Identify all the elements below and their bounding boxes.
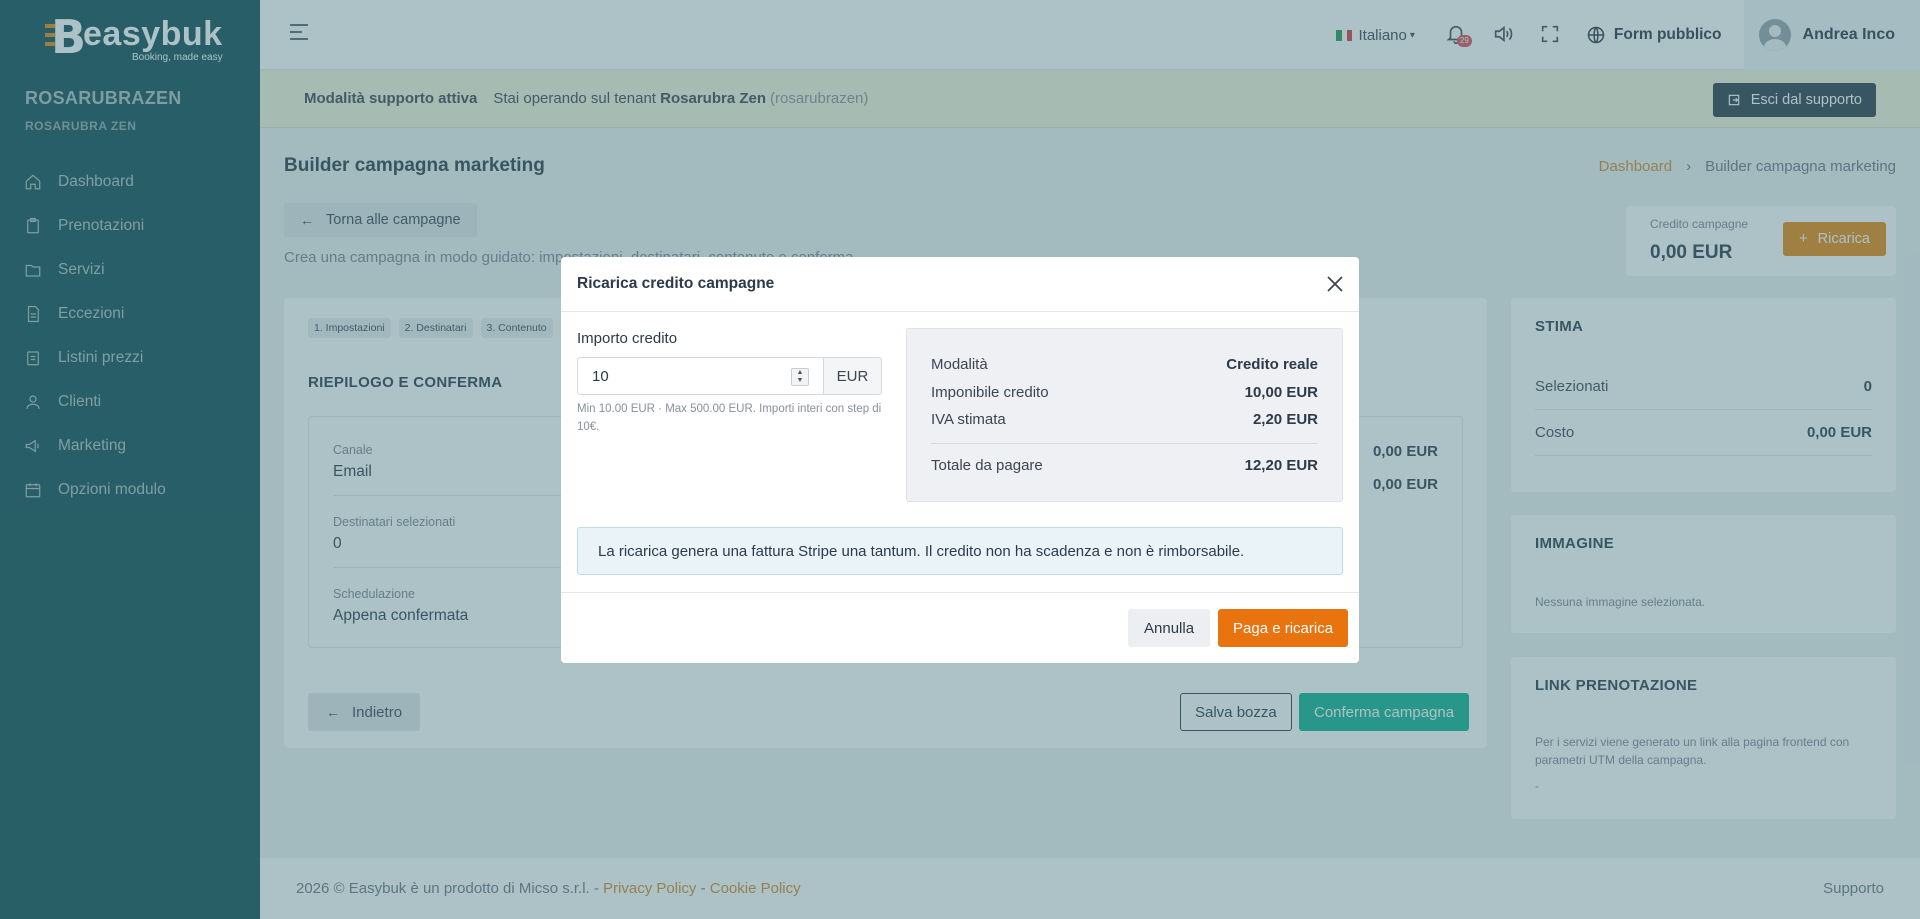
total-value: 12,20 EUR: [1244, 457, 1318, 474]
number-spinner-icon[interactable]: ▲ ▼: [791, 368, 809, 386]
modal-footer: Annulla Paga e ricarica: [561, 592, 1359, 663]
summary-label: Modalità: [931, 356, 988, 373]
amount-input-group: 10 ▲ ▼ EUR: [577, 357, 882, 395]
summary-label: IVA stimata: [931, 411, 1006, 428]
summary-row-totale: Totale da pagare 12,20 EUR: [931, 457, 1318, 474]
modal-header: Ricarica credito campagne: [561, 257, 1359, 312]
recharge-credit-modal: Ricarica credito campagne Importo credit…: [561, 257, 1359, 663]
summary-divider: [931, 443, 1318, 444]
amount-input[interactable]: 10 ▲ ▼: [577, 357, 824, 395]
info-alert: La ricarica genera una fattura Stripe un…: [577, 527, 1343, 575]
cancel-button[interactable]: Annulla: [1128, 609, 1211, 647]
summary-value: Credito reale: [1226, 356, 1318, 373]
summary-value: 10,00 EUR: [1244, 384, 1318, 401]
summary-value: 2,20 EUR: [1252, 411, 1318, 428]
pay-and-recharge-button[interactable]: Paga e ricarica: [1218, 609, 1349, 647]
amount-value: 10: [592, 367, 609, 385]
summary-row-iva: IVA stimata 2,20 EUR: [931, 411, 1318, 428]
currency-addon: EUR: [824, 357, 882, 395]
amount-help-text: Min 10.00 EUR · Max 500.00 EUR. Importi …: [577, 403, 882, 433]
payment-summary-panel: Modalità Credito reale Imponibile credit…: [906, 328, 1343, 502]
amount-label: Importo credito: [577, 330, 678, 347]
summary-label: Imponibile credito: [931, 384, 1049, 401]
total-label: Totale da pagare: [931, 457, 1043, 474]
modal-title: Ricarica credito campagne: [577, 275, 775, 292]
close-button[interactable]: [1325, 274, 1345, 294]
summary-row-modalita: Modalità Credito reale: [931, 356, 1318, 373]
close-icon: [1327, 276, 1343, 292]
summary-row-imponibile: Imponibile credito 10,00 EUR: [931, 384, 1318, 401]
